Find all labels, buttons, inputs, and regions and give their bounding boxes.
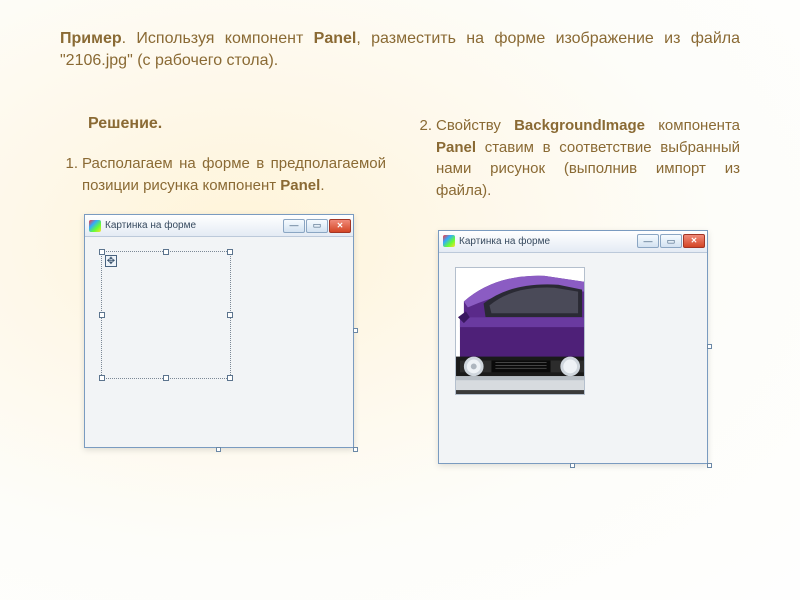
columns: Решение. 1. Располагаем на форме в предп… [60,115,740,464]
intro-text-before: . Используя компонент [122,30,314,47]
right-column: 2. Свойству BackgroundImage компонента P… [414,115,740,464]
left-column: Решение. 1. Располагаем на форме в предп… [60,115,386,464]
form-handle-right[interactable] [707,344,712,349]
step-1-text: Располагаем на форме в предполагаемой по… [82,153,386,197]
step-2: 2. Свойству BackgroundImage компонента P… [414,115,740,202]
form-handle-bottom[interactable] [216,447,221,452]
form-handle-br[interactable] [707,463,712,468]
step-2-bold-panel: Panel [436,139,476,156]
intro-panel-word: Panel [314,30,357,47]
step-2-text: Свойству BackgroundImage компонента Pane… [436,115,740,202]
step-1-bold: Panel [280,177,320,194]
step-2-bold-bgimage: BackgroundImage [514,117,645,134]
example-intro: Пример. Используя компонент Panel, разме… [60,28,740,73]
form-handle-bottom[interactable] [570,463,575,468]
form-handle-right[interactable] [353,328,358,333]
form-handle-br[interactable] [353,447,358,452]
step-1-number: 1. [60,153,82,197]
step-1: 1. Располагаем на форме в предполагаемой… [60,153,386,197]
step-2-number: 2. [414,115,436,202]
solution-heading: Решение. [88,115,386,133]
intro-lead: Пример [60,30,122,47]
